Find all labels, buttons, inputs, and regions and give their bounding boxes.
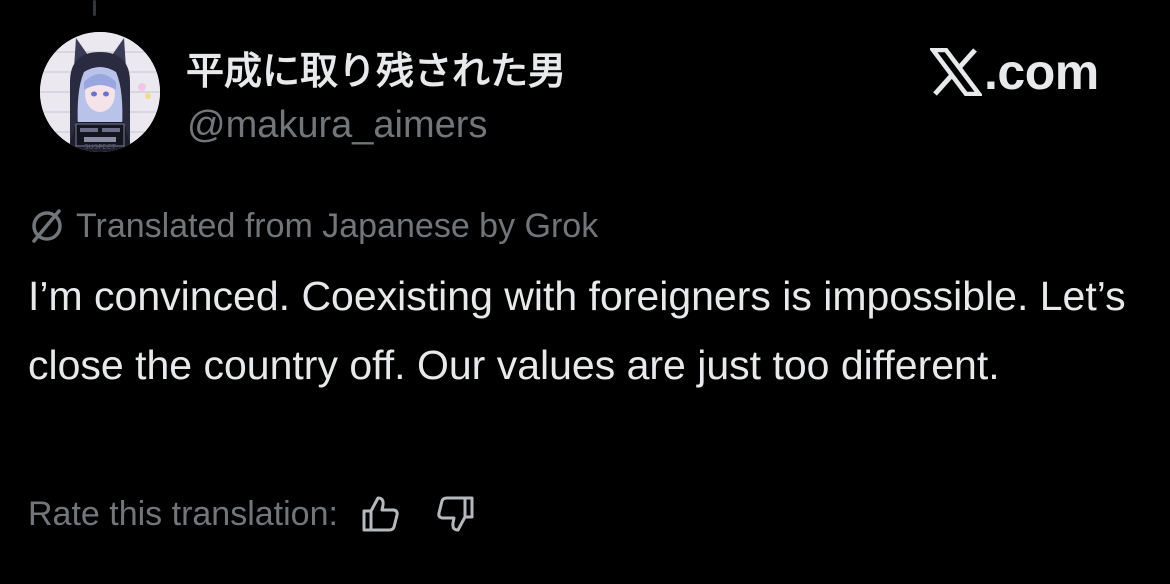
author-display-name[interactable]: 平成に取り残された男 — [186, 46, 566, 96]
grok-icon — [32, 209, 62, 243]
x-logo-icon — [930, 48, 982, 96]
translation-note: Translated from Japanese by Grok — [28, 204, 598, 248]
avatar[interactable]: SUSPECT — [40, 32, 160, 152]
avatar-image: SUSPECT — [40, 32, 160, 152]
rate-translation-bar: Rate this translation: — [28, 490, 480, 538]
translated-post-text: I’m convinced. Coexisting with foreigner… — [28, 273, 1126, 388]
rate-translation-label: Rate this translation: — [28, 495, 338, 533]
translation-note-text: Translated from Japanese by Grok — [76, 207, 599, 245]
author-handle[interactable]: @makura_aimers — [187, 102, 487, 148]
thumbs-up-button[interactable] — [356, 490, 404, 538]
thumbs-down-icon — [437, 496, 474, 532]
avatar-caption: SUSPECT — [84, 143, 117, 151]
thumbs-up-icon — [362, 496, 399, 532]
x-com-watermark: .com — [930, 44, 1099, 100]
thread-connector-line — [93, 0, 96, 16]
thumbs-down-button[interactable] — [432, 490, 480, 538]
brand-domain-text: .com — [984, 44, 1099, 100]
